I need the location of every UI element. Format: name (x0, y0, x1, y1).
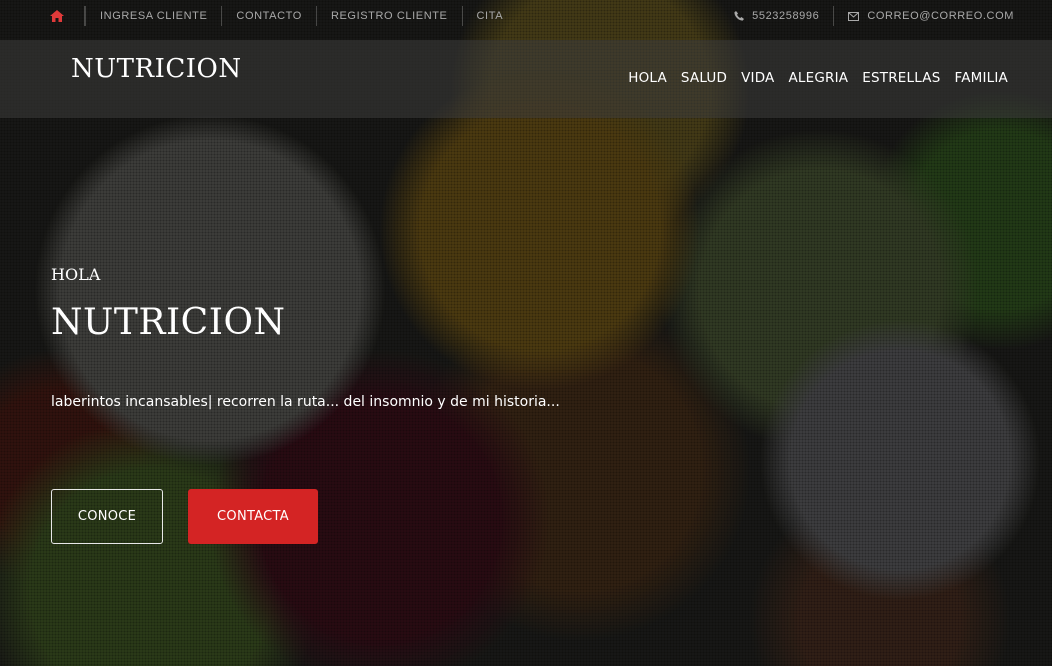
top-bar-contact: 5523258996 CORREO@CORREO.COM (720, 0, 1028, 32)
site-logo[interactable]: NUTRICION (71, 54, 242, 84)
nav-familia[interactable]: FAMILIA (954, 70, 1008, 86)
top-bar: INGRESA CLIENTE CONTACTO REGISTRO CLIENT… (0, 0, 1052, 32)
topbar-link-cita[interactable]: CITA (461, 6, 518, 26)
contacta-button[interactable]: CONTACTA (188, 489, 318, 544)
nav-alegria[interactable]: ALEGRIA (789, 70, 849, 86)
topbar-link-ingresa-cliente[interactable]: INGRESA CLIENTE (85, 6, 221, 26)
hero-title: NUTRICION (51, 302, 286, 343)
topbar-link-contacto[interactable]: CONTACTO (221, 6, 316, 26)
hero-kicker: HOLA (51, 265, 101, 284)
phone-number: 5523258996 (752, 10, 820, 22)
nav-salud[interactable]: SALUD (681, 70, 727, 86)
nav-estrellas[interactable]: ESTRELLAS (862, 70, 940, 86)
phone-icon (734, 11, 745, 21)
nav-hola[interactable]: HOLA (628, 70, 667, 86)
hero-text: laberintos incansables| recorren la ruta… (51, 394, 560, 410)
nav-vida[interactable]: VIDA (741, 70, 774, 86)
top-bar-links: INGRESA CLIENTE CONTACTO REGISTRO CLIENT… (50, 0, 517, 32)
home-icon[interactable] (50, 10, 64, 22)
conoce-button[interactable]: CONOCE (51, 489, 163, 544)
envelope-icon (848, 11, 860, 21)
phone-contact[interactable]: 5523258996 (720, 6, 833, 26)
email-address: CORREO@CORREO.COM (867, 10, 1014, 22)
email-contact[interactable]: CORREO@CORREO.COM (833, 6, 1028, 26)
topbar-link-registro-cliente[interactable]: REGISTRO CLIENTE (315, 6, 462, 26)
main-nav: HOLA SALUD VIDA ALEGRIA ESTRELLAS FAMILI… (614, 70, 1008, 86)
